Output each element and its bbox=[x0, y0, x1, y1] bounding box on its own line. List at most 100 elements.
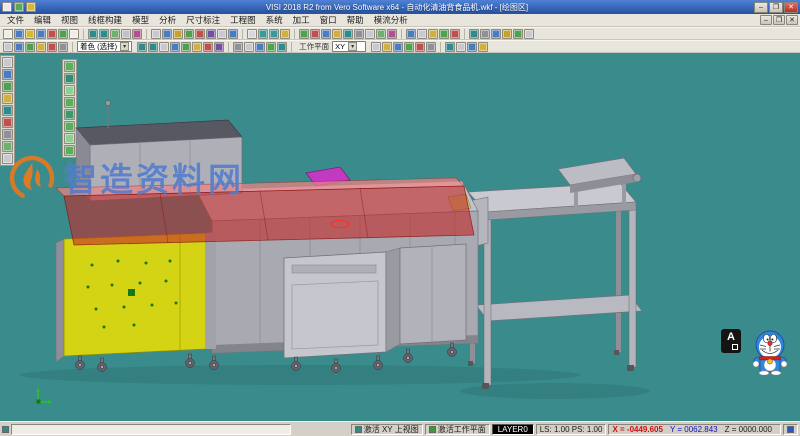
view-indicator[interactable]: 激活 XY 上视图 bbox=[351, 424, 423, 435]
menu-item-5[interactable]: 分析 bbox=[154, 14, 181, 26]
toolbar-icon-4[interactable] bbox=[181, 42, 191, 52]
toolbar-icon-0[interactable] bbox=[3, 29, 13, 39]
toolbar-icon-5[interactable] bbox=[206, 29, 216, 39]
menu-item-3[interactable]: 线框构建 bbox=[83, 14, 127, 26]
toolbar-icon-2[interactable] bbox=[173, 29, 183, 39]
layer-indicator[interactable]: LAYER0 bbox=[492, 424, 534, 435]
toolbar-icon-2[interactable] bbox=[26, 2, 36, 12]
toolbar-icon-0[interactable] bbox=[2, 2, 12, 12]
menu-item-0[interactable]: 文件 bbox=[2, 14, 29, 26]
toolbar-icon-3[interactable] bbox=[280, 29, 290, 39]
toolbar-icon-0[interactable] bbox=[137, 42, 147, 52]
toolbar-icon-2[interactable] bbox=[428, 29, 438, 39]
workplane-indicator[interactable]: 激活工作平面 bbox=[425, 424, 490, 435]
toolbar-icon-4[interactable] bbox=[513, 29, 523, 39]
toolbar-icon-5[interactable] bbox=[426, 42, 436, 52]
toolbar-icon-2[interactable] bbox=[25, 42, 35, 52]
toolbar-icon-6[interactable] bbox=[217, 29, 227, 39]
chevron-down-icon[interactable]: ▾ bbox=[120, 42, 129, 51]
maximize-button[interactable]: ❐ bbox=[769, 2, 783, 13]
toolbar-icon-0[interactable] bbox=[151, 29, 161, 39]
toolbar-icon-1[interactable] bbox=[14, 2, 24, 12]
toolbar-icon-3[interactable] bbox=[266, 42, 276, 52]
toolbar-icon-1[interactable] bbox=[417, 29, 427, 39]
toolbar-icon-1[interactable] bbox=[258, 29, 268, 39]
viewport-3d[interactable]: 智造资料网 A bbox=[0, 53, 800, 421]
doc-restore-button[interactable]: ❐ bbox=[773, 15, 785, 25]
toolbar-icon-4[interactable] bbox=[415, 42, 425, 52]
toolbar-icon-3[interactable] bbox=[502, 29, 512, 39]
toolbar-icon-5[interactable] bbox=[524, 29, 534, 39]
menu-item-7[interactable]: 工程图 bbox=[225, 14, 261, 26]
toolbar-icon-4[interactable] bbox=[132, 29, 142, 39]
toolbar-icon-4[interactable] bbox=[195, 29, 205, 39]
toolbar-icon-2[interactable] bbox=[269, 29, 279, 39]
toolbar-icon-5[interactable] bbox=[58, 29, 68, 39]
toolbar-icon-2[interactable] bbox=[25, 29, 35, 39]
toolbar-icon-1[interactable] bbox=[456, 42, 466, 52]
toolbar-icon-3[interactable] bbox=[121, 29, 131, 39]
doc-close-button[interactable]: ✕ bbox=[786, 15, 798, 25]
toolbar-icon-5[interactable] bbox=[58, 42, 68, 52]
toolbar-icon-5[interactable] bbox=[354, 29, 364, 39]
toolbar-icon-1[interactable] bbox=[480, 29, 490, 39]
toolbar-icon-2[interactable] bbox=[321, 29, 331, 39]
toolbar-icon-4[interactable] bbox=[450, 29, 460, 39]
toolbar-icon-2[interactable] bbox=[491, 29, 501, 39]
menu-item-9[interactable]: 加工 bbox=[288, 14, 315, 26]
toolbar-icon-1[interactable] bbox=[310, 29, 320, 39]
toolbar-icon-0[interactable] bbox=[88, 29, 98, 39]
menu-item-11[interactable]: 帮助 bbox=[342, 14, 369, 26]
toolbar-icon-2[interactable] bbox=[110, 29, 120, 39]
menu-item-2[interactable]: 视图 bbox=[56, 14, 83, 26]
machine-model[interactable] bbox=[0, 53, 800, 421]
toolbar-icon-7[interactable] bbox=[214, 42, 224, 52]
toolbar-icon-4[interactable] bbox=[277, 42, 287, 52]
close-button[interactable]: ✕ bbox=[784, 2, 798, 13]
toolbar-icon-2[interactable] bbox=[393, 42, 403, 52]
toolbar-icon-0[interactable] bbox=[371, 42, 381, 52]
toolbar-icon-3[interactable] bbox=[478, 42, 488, 52]
toolbar-icon-3[interactable] bbox=[36, 42, 46, 52]
shading-mode-combo[interactable]: 着色 (选择) ▾ bbox=[77, 41, 132, 52]
menu-item-6[interactable]: 尺寸标注 bbox=[181, 14, 225, 26]
toolbar-icon-8[interactable] bbox=[387, 29, 397, 39]
toolbar-icon-0[interactable] bbox=[469, 29, 479, 39]
toolbar-icon-4[interactable] bbox=[47, 42, 57, 52]
toolbar-icon-3[interactable] bbox=[439, 29, 449, 39]
workplane-combo[interactable]: XY ▾ bbox=[332, 41, 366, 52]
toolbar-icon-0[interactable] bbox=[3, 42, 13, 52]
menu-item-8[interactable]: 系统 bbox=[261, 14, 288, 26]
toolbar-icon-4[interactable] bbox=[47, 29, 57, 39]
doc-minimize-button[interactable]: – bbox=[760, 15, 772, 25]
toolbar-icon-3[interactable] bbox=[36, 29, 46, 39]
prompt-field[interactable] bbox=[11, 424, 291, 435]
toolbar-icon-3[interactable] bbox=[170, 42, 180, 52]
toolbar-icon-7[interactable] bbox=[228, 29, 238, 39]
toolbar-icon-1[interactable] bbox=[244, 42, 254, 52]
toolbar-icon-6[interactable] bbox=[69, 29, 79, 39]
chevron-down-icon[interactable]: ▾ bbox=[348, 42, 357, 51]
minimize-button[interactable]: – bbox=[754, 2, 768, 13]
toolbar-icon-2[interactable] bbox=[159, 42, 169, 52]
menu-item-10[interactable]: 窗口 bbox=[315, 14, 342, 26]
units-indicator[interactable] bbox=[783, 424, 798, 435]
toolbar-icon-3[interactable] bbox=[404, 42, 414, 52]
toolbar-icon-4[interactable] bbox=[343, 29, 353, 39]
toolbar-icon-1[interactable] bbox=[162, 29, 172, 39]
toolbar-icon-6[interactable] bbox=[203, 42, 213, 52]
toolbar-icon-6[interactable] bbox=[365, 29, 375, 39]
toolbar-icon-1[interactable] bbox=[99, 29, 109, 39]
menu-item-12[interactable]: 模流分析 bbox=[369, 14, 413, 26]
toolbar-icon-0[interactable] bbox=[299, 29, 309, 39]
toolbar-icon-1[interactable] bbox=[14, 29, 24, 39]
toolbar-icon-0[interactable] bbox=[406, 29, 416, 39]
toolbar-icon-1[interactable] bbox=[14, 42, 24, 52]
toolbar-icon-0[interactable] bbox=[233, 42, 243, 52]
toolbar-icon-3[interactable] bbox=[332, 29, 342, 39]
toolbar-icon-0[interactable] bbox=[445, 42, 455, 52]
toolbar-icon-1[interactable] bbox=[148, 42, 158, 52]
toolbar-icon-1[interactable] bbox=[382, 42, 392, 52]
toolbar-icon-2[interactable] bbox=[467, 42, 477, 52]
toolbar-icon-2[interactable] bbox=[255, 42, 265, 52]
